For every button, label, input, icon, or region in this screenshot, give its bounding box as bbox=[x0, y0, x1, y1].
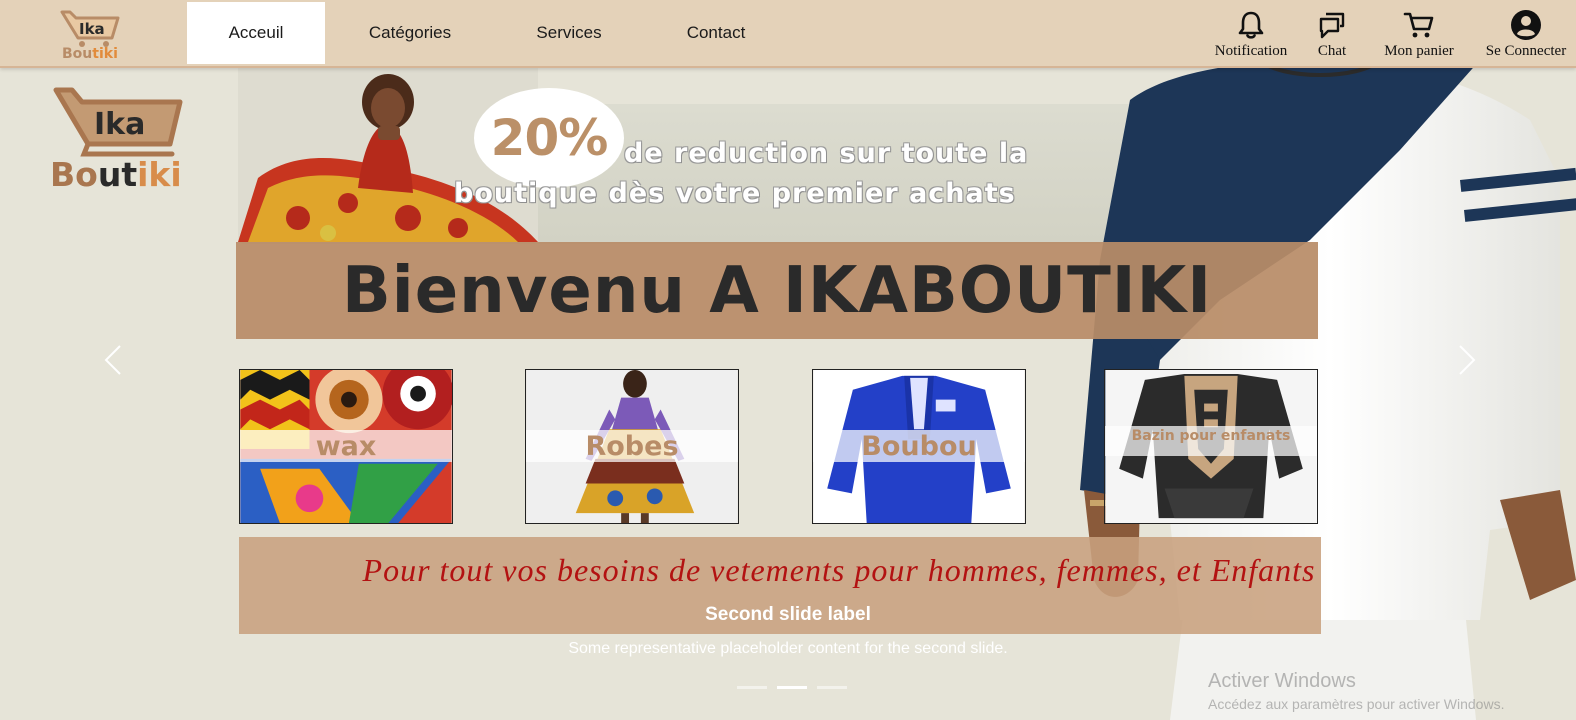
nav-icons: Notification Chat Mon panier Se Connecte… bbox=[1200, 0, 1576, 66]
chevron-right-icon bbox=[1459, 345, 1476, 375]
carousel-indicators bbox=[737, 686, 847, 689]
welcome-banner: Bienvenu A IKABOUTIKI bbox=[236, 242, 1318, 339]
svg-text:Boutiki: Boutiki bbox=[50, 155, 182, 192]
nav-link-services[interactable]: Services bbox=[495, 2, 643, 64]
welcome-title: Bienvenu A IKABOUTIKI bbox=[342, 253, 1212, 328]
notification-button[interactable]: Notification bbox=[1200, 0, 1302, 66]
category-card-wax[interactable]: wax bbox=[239, 369, 453, 524]
ikaboutiki-logo-large: Ika Boutiki bbox=[50, 87, 183, 192]
chevron-left-icon bbox=[104, 345, 121, 375]
cart-button[interactable]: Mon panier bbox=[1362, 0, 1476, 66]
navbar: Ika Boutiki Acceuil Catégories Services … bbox=[0, 0, 1576, 68]
nav-link-categories[interactable]: Catégories bbox=[325, 2, 495, 64]
chat-button[interactable]: Chat bbox=[1302, 0, 1362, 66]
category-card-robes[interactable]: Robes bbox=[525, 369, 739, 524]
chat-icon bbox=[1319, 12, 1345, 39]
tagline-text: Pour tout vos besoins de vetements pour … bbox=[362, 552, 1316, 588]
nav-links: Acceuil Catégories Services Contact bbox=[187, 2, 789, 64]
nav-link-contact[interactable]: Contact bbox=[643, 2, 789, 64]
carousel-next-button[interactable] bbox=[1452, 340, 1482, 380]
notification-label: Notification bbox=[1214, 43, 1288, 59]
svg-text:Boutiki: Boutiki bbox=[62, 46, 118, 60]
ikaboutiki-logo[interactable]: Ika Boutiki bbox=[60, 8, 124, 60]
user-icon bbox=[1511, 10, 1541, 40]
chat-label: Chat bbox=[1317, 43, 1347, 59]
carousel-indicator-1[interactable] bbox=[737, 686, 767, 689]
carousel-indicator-3[interactable] bbox=[817, 686, 847, 689]
category-label-boubou: Boubou bbox=[813, 430, 1025, 462]
carousel-indicator-2[interactable] bbox=[777, 686, 807, 689]
hero-carousel: Ika Boutiki 20% de reduction sur toute l… bbox=[0, 68, 1576, 720]
nav-link-accueil[interactable]: Acceuil bbox=[187, 2, 325, 64]
category-card-boubou[interactable]: Boubou bbox=[812, 369, 1026, 524]
svg-text:Ika: Ika bbox=[79, 20, 105, 38]
category-label-wax: wax bbox=[240, 430, 452, 462]
category-label-bazin-enfants: Bazin pour enfanats bbox=[1105, 426, 1317, 456]
category-label-robes: Robes bbox=[526, 430, 738, 462]
promo-text: de reduction sur toute la boutique dès v… bbox=[454, 134, 1114, 214]
cart-icon bbox=[1403, 12, 1434, 38]
carousel-prev-button[interactable] bbox=[98, 340, 128, 380]
carousel-caption-text: Some representative placeholder content … bbox=[568, 640, 1008, 657]
login-button[interactable]: Se Connecter bbox=[1476, 0, 1576, 66]
windows-activation-text: Accédez aux paramètres pour activer Wind… bbox=[1208, 696, 1505, 712]
category-card-bazin-enfants[interactable]: Bazin pour enfanats bbox=[1104, 369, 1318, 524]
carousel-caption-title: Second slide label bbox=[705, 604, 871, 625]
login-label: Se Connecter bbox=[1485, 43, 1567, 59]
svg-text:Ika: Ika bbox=[94, 107, 145, 142]
cart-label: Mon panier bbox=[1384, 43, 1454, 59]
bell-icon bbox=[1238, 11, 1264, 39]
promo-line-2: boutique dès votre premier achats bbox=[454, 178, 1016, 209]
windows-activation-title: Activer Windows bbox=[1208, 670, 1356, 692]
promo-line-1: de reduction sur toute la bbox=[624, 138, 1029, 169]
